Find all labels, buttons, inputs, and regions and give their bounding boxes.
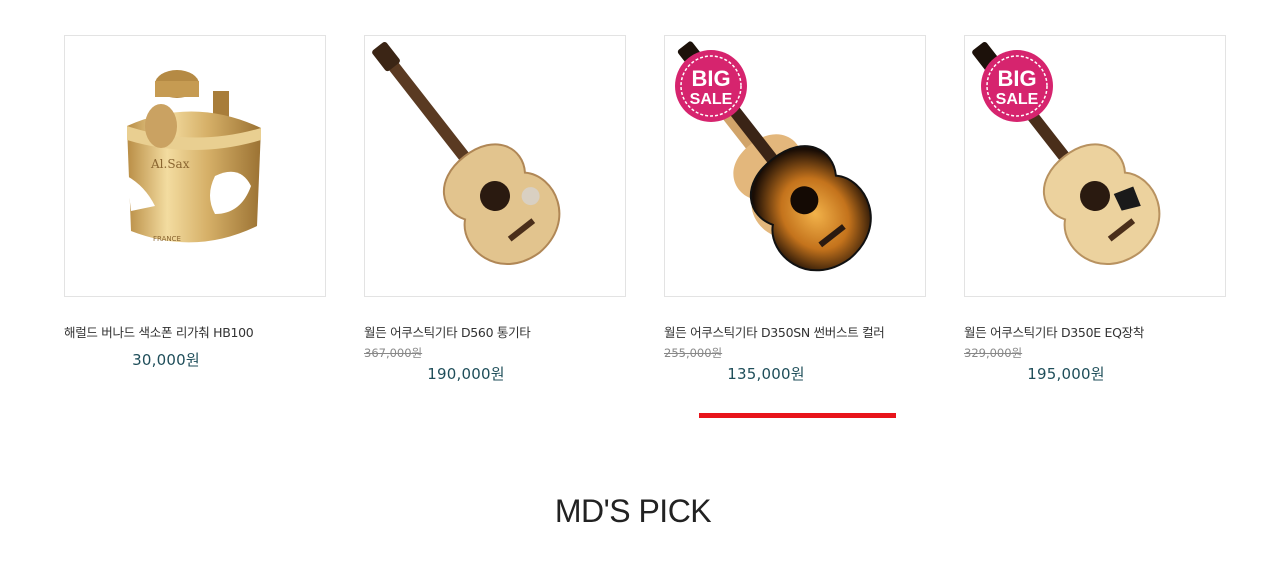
product-image[interactable]: BIG SALE (964, 35, 1226, 297)
product-price: 135,000원 (727, 365, 805, 383)
big-sale-badge: BIG SALE (981, 50, 1053, 122)
product-price: 190,000원 (427, 365, 505, 383)
product-name[interactable]: 월든 어쿠스틱기타 D350SN 썬버스트 컬러 (664, 323, 914, 343)
product-image[interactable]: Al.Sax FRANCE (64, 35, 326, 297)
original-price: 367,000원 (364, 346, 423, 360)
product-price: 195,000원 (1027, 365, 1105, 383)
original-price: 329,000원 (964, 346, 1023, 360)
svg-text:BIG: BIG (997, 66, 1036, 91)
section-title: MD'S PICK (554, 493, 712, 529)
product-card[interactable]: 월든 어쿠스틱기타 D560 통기타 367,000원 190,000원 (364, 35, 626, 384)
product-name[interactable]: 월든 어쿠스틱기타 D350E EQ장착 (964, 323, 1214, 343)
guitar-image: BIG SALE (675, 41, 872, 272)
highlight-underline (699, 413, 896, 418)
svg-text:Al.Sax: Al.Sax (150, 157, 190, 171)
product-image[interactable] (364, 35, 626, 297)
product-image[interactable]: BIG SALE (664, 35, 926, 297)
product-card[interactable]: BIG SALE 월든 어쿠스틱기타 D350E EQ장착 329,000원 1… (964, 35, 1226, 384)
svg-text:FRANCE: FRANCE (153, 235, 181, 243)
guitar-image: BIG SALE (972, 41, 1161, 265)
product-card[interactable]: Al.Sax FRANCE 해럴드 버나드 색소폰 리가춰 HB100 30,0… (64, 35, 326, 370)
svg-text:BIG: BIG (691, 66, 730, 91)
svg-text:SALE: SALE (690, 91, 733, 108)
big-sale-badge: BIG SALE (675, 50, 747, 122)
product-name[interactable]: 월든 어쿠스틱기타 D560 통기타 (364, 323, 614, 343)
svg-text:SALE: SALE (996, 91, 1039, 108)
guitar-image (372, 41, 561, 265)
ligature-image: Al.Sax FRANCE (127, 70, 261, 243)
product-name[interactable]: 해럴드 버나드 색소폰 리가춰 HB100 (64, 323, 314, 343)
original-price: 255,000원 (664, 346, 723, 360)
product-card[interactable]: BIG SALE 월든 어쿠스틱기타 D350SN 썬버스트 컬러 255,00… (664, 35, 926, 384)
product-price: 30,000원 (132, 351, 200, 369)
